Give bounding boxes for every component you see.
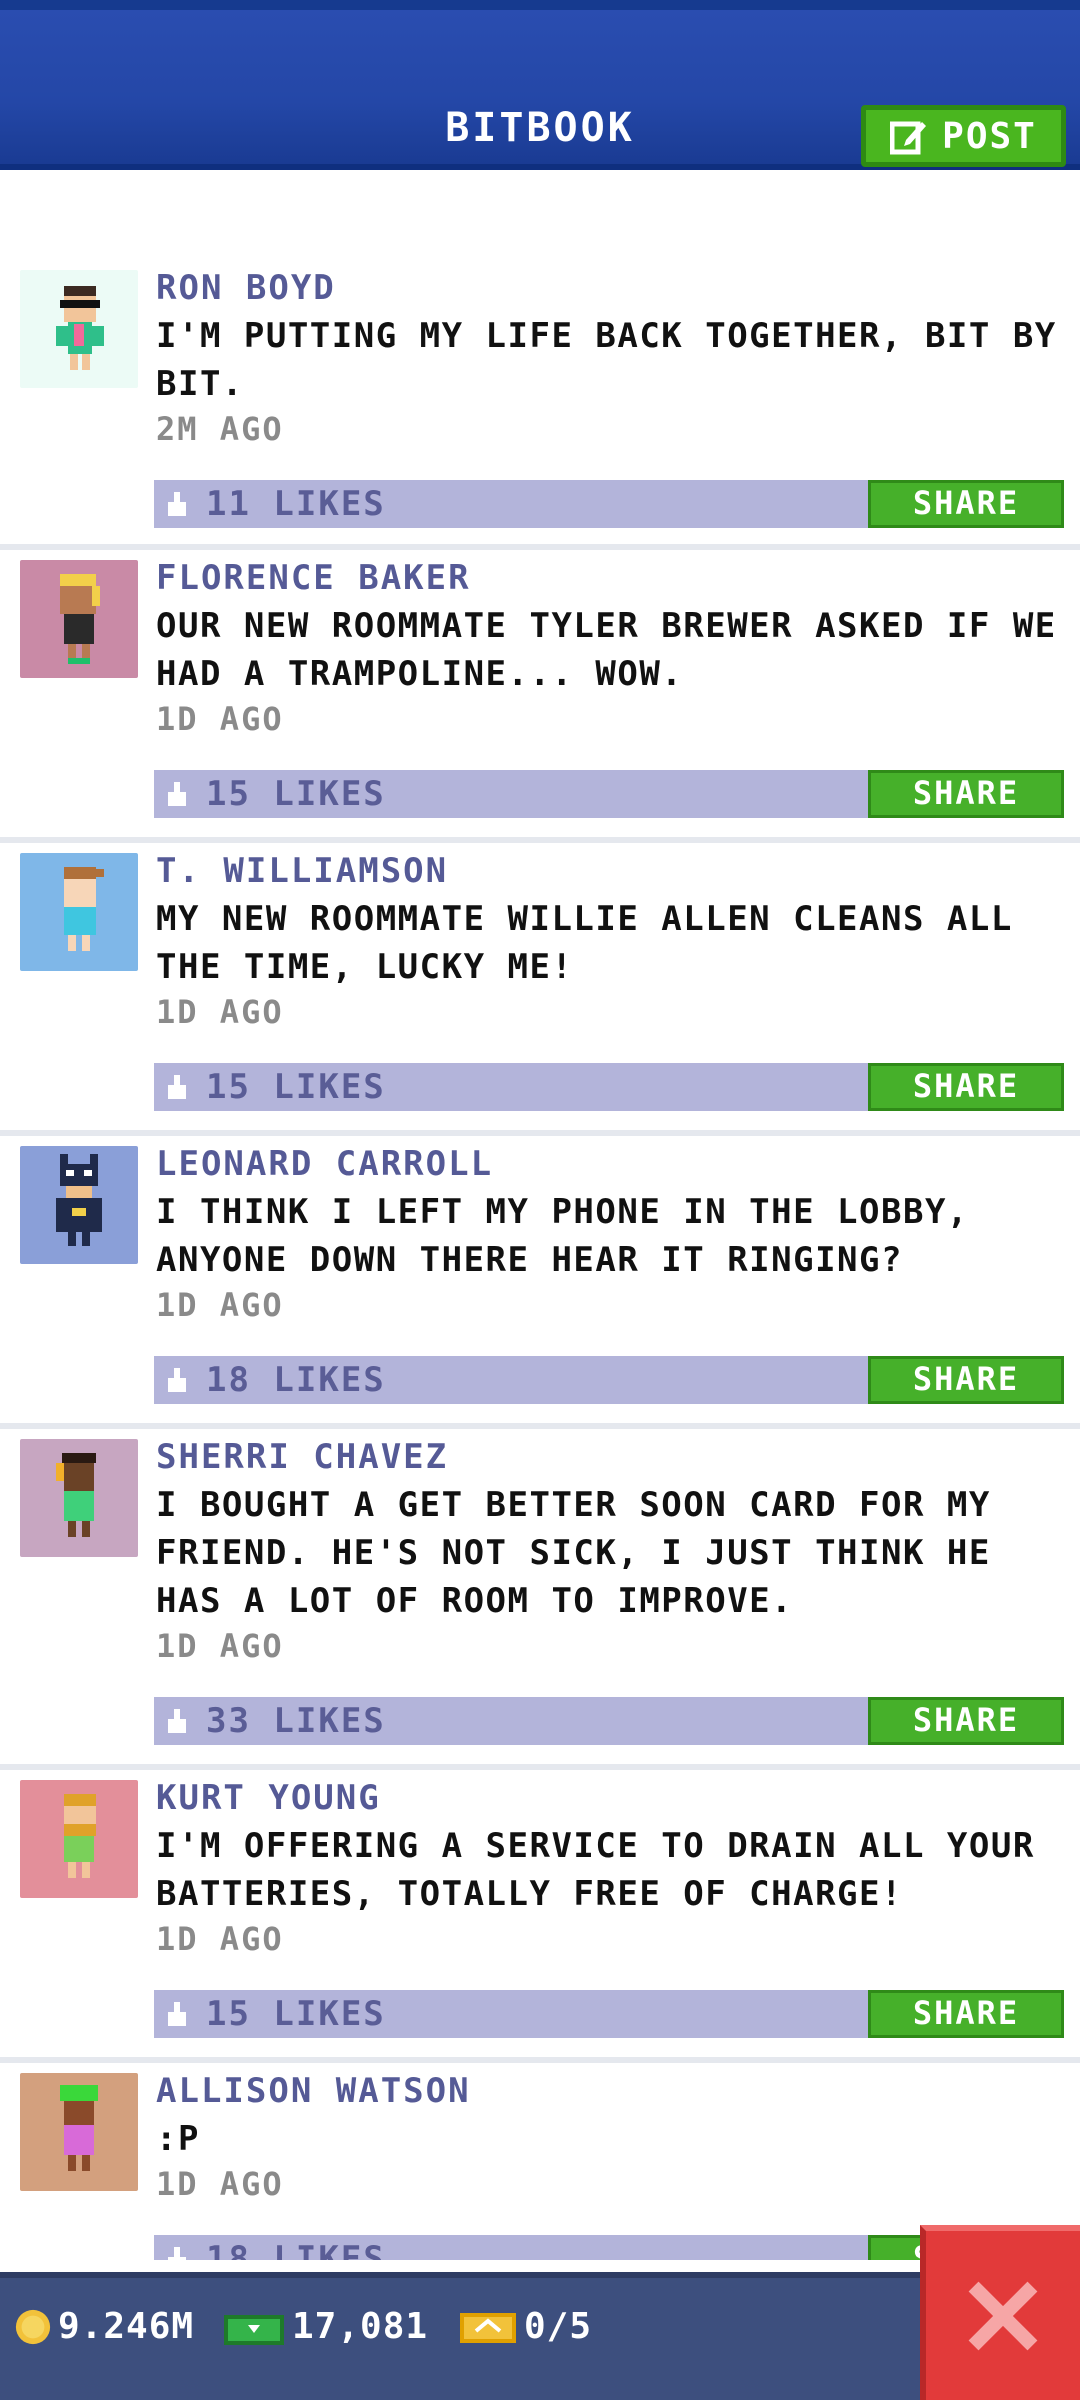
post-author[interactable]: ALLISON WATSON: [156, 2071, 471, 2111]
coin-icon: [15, 2309, 51, 2344]
post-timestamp: 1D AGO: [156, 1627, 284, 1665]
bottom-status-bar: 9.246M 17,081 0/5: [0, 2272, 1080, 2400]
thumbs-up-icon[interactable]: [164, 1366, 192, 1394]
share-button[interactable]: SHARE: [868, 1063, 1064, 1111]
post-text: MY NEW ROOMMATE WILLIE ALLEN CLEANS ALL …: [156, 899, 1013, 987]
bitbook-app: BITBOOK POST RON BOYD I'M PUTTING MY LIF…: [0, 0, 1080, 2400]
post-item: RON BOYD I'M PUTTING MY LIFE BACK TOGETH…: [0, 260, 1080, 550]
avatar[interactable]: [20, 1146, 138, 1264]
thumbs-up-icon[interactable]: [164, 780, 192, 808]
coins-stat: 9.246M: [14, 2306, 194, 2347]
top-bar: BITBOOK POST: [0, 0, 1080, 170]
likes-count: 18 LIKES: [206, 1360, 386, 1400]
post-text: I'M OFFERING A SERVICE TO DRAIN ALL YOUR…: [156, 1826, 1035, 1914]
avatar[interactable]: [20, 2073, 138, 2191]
likes-count: 18 LIKES: [206, 2239, 386, 2260]
avatar[interactable]: [20, 1439, 138, 1557]
edit-icon: [890, 116, 930, 156]
post-item: T. WILLIAMSON MY NEW ROOMMATE WILLIE ALL…: [0, 843, 1080, 1136]
share-button[interactable]: SHARE: [868, 480, 1064, 528]
likes-count: 15 LIKES: [206, 774, 386, 814]
post-text: I THINK I LEFT MY PHONE IN THE LOBBY, AN…: [156, 1192, 969, 1280]
thumbs-up-icon[interactable]: [164, 2245, 192, 2260]
post-timestamp: 1D AGO: [156, 993, 284, 1031]
post-timestamp: 1D AGO: [156, 1920, 284, 1958]
post-author[interactable]: SHERRI CHAVEZ: [156, 1437, 448, 1477]
bux-value: 17,081: [292, 2306, 429, 2347]
post-timestamp: 2M AGO: [156, 410, 284, 448]
post-item: FLORENCE BAKER OUR NEW ROOMMATE TYLER BR…: [0, 550, 1080, 843]
post-text: I'M PUTTING MY LIFE BACK TOGETHER, BIT B…: [156, 316, 1057, 404]
bux-stat: 17,081: [222, 2306, 428, 2347]
coins-value: 9.246M: [58, 2306, 195, 2347]
post-action-bar: 15 LIKES SHARE: [154, 1990, 1064, 2038]
post-item: LEONARD CARROLL I THINK I LEFT MY PHONE …: [0, 1136, 1080, 1429]
post-action-bar: 15 LIKES SHARE: [154, 770, 1064, 818]
post-item: KURT YOUNG I'M OFFERING A SERVICE TO DRA…: [0, 1770, 1080, 2063]
post-author[interactable]: RON BOYD: [156, 268, 336, 308]
post-text: I BOUGHT A GET BETTER SOON CARD FOR MY F…: [156, 1485, 991, 1621]
post-author[interactable]: FLORENCE BAKER: [156, 558, 471, 598]
post-author[interactable]: KURT YOUNG: [156, 1778, 381, 1818]
share-button[interactable]: SHARE: [868, 770, 1064, 818]
post-text: OUR NEW ROOMMATE TYLER BREWER ASKED IF W…: [156, 606, 1057, 694]
likes-count: 33 LIKES: [206, 1701, 386, 1741]
post-timestamp: 1D AGO: [156, 2165, 284, 2203]
post-action-bar: 33 LIKES SHARE: [154, 1697, 1064, 1745]
post-feed[interactable]: RON BOYD I'M PUTTING MY LIFE BACK TOGETH…: [0, 260, 1080, 2260]
likes-count: 15 LIKES: [206, 1994, 386, 2034]
post-button[interactable]: POST: [861, 105, 1066, 167]
avatar[interactable]: [20, 270, 138, 388]
ticket-icon: [460, 2312, 516, 2343]
bux-icon: [224, 2314, 284, 2345]
thumbs-up-icon[interactable]: [164, 490, 192, 518]
post-author[interactable]: LEONARD CARROLL: [156, 1144, 493, 1184]
post-item: ALLISON WATSON :P 1D AGO 18 LIKES SHARE: [0, 2063, 1080, 2260]
post-timestamp: 1D AGO: [156, 700, 284, 738]
thumbs-up-icon[interactable]: [164, 1073, 192, 1101]
post-timestamp: 1D AGO: [156, 1286, 284, 1324]
post-item: SHERRI CHAVEZ I BOUGHT A GET BETTER SOON…: [0, 1429, 1080, 1770]
post-author[interactable]: T. WILLIAMSON: [156, 851, 448, 891]
tickets-value: 0/5: [524, 2306, 593, 2347]
share-button[interactable]: SHARE: [868, 1990, 1064, 2038]
avatar[interactable]: [20, 853, 138, 971]
thumbs-up-icon[interactable]: [164, 2000, 192, 2028]
likes-count: 15 LIKES: [206, 1067, 386, 1107]
post-action-bar: 11 LIKES SHARE: [154, 480, 1064, 528]
post-action-bar: 18 LIKES SHARE: [154, 1356, 1064, 1404]
share-button[interactable]: SHARE: [868, 1356, 1064, 1404]
likes-count: 11 LIKES: [206, 484, 386, 524]
tickets-stat: 0/5: [458, 2306, 592, 2347]
avatar[interactable]: [20, 1780, 138, 1898]
close-button[interactable]: [920, 2225, 1080, 2400]
post-action-bar: 15 LIKES SHARE: [154, 1063, 1064, 1111]
thumbs-up-icon[interactable]: [164, 1707, 192, 1735]
post-text: :P: [156, 2119, 200, 2159]
share-button[interactable]: SHARE: [868, 1697, 1064, 1745]
avatar[interactable]: [20, 560, 138, 678]
close-icon: [968, 2281, 1038, 2350]
post-button-label: POST: [942, 115, 1037, 157]
